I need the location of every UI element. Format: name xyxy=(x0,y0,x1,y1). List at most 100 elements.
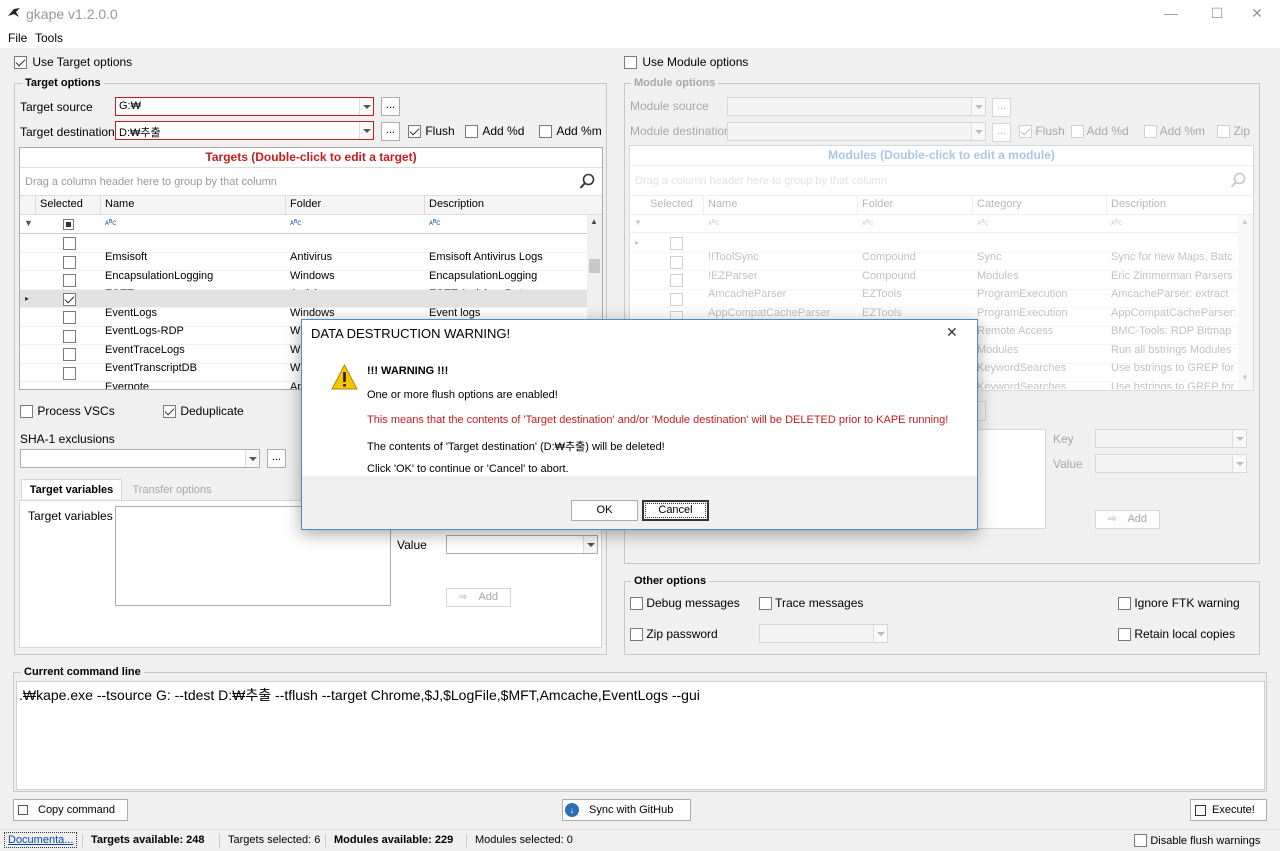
use-target-options-checkbox[interactable] xyxy=(14,56,27,70)
key-combo[interactable] xyxy=(1095,429,1247,448)
retain-local-checkbox[interactable] xyxy=(1118,628,1131,642)
search-icon[interactable] xyxy=(579,173,596,190)
module-selected-checkbox[interactable] xyxy=(670,292,683,306)
mfilter-folder-icon[interactable]: ᴀᴮc xyxy=(862,218,873,227)
retain-local-option[interactable]: Retain local copies xyxy=(1118,627,1235,642)
debug-messages-checkbox[interactable] xyxy=(630,597,643,611)
module-flush-checkbox[interactable] xyxy=(1019,125,1032,139)
col-name[interactable]: Name xyxy=(101,196,286,214)
chevron-down-icon[interactable] xyxy=(359,122,373,139)
module-variables-list[interactable] xyxy=(978,429,1046,529)
row-selected-checkbox[interactable] xyxy=(63,311,76,325)
mfilter-category-icon[interactable]: ᴀᴮc xyxy=(977,218,988,227)
table-row[interactable]: ▸ EventLogs Windows Event logs xyxy=(20,289,587,319)
variable-value-combo[interactable] xyxy=(446,535,598,554)
scroll-down-icon[interactable]: ▼ xyxy=(1241,373,1249,382)
mfilter-name-icon[interactable]: ᴀᴮc xyxy=(708,218,719,227)
trace-messages-option[interactable]: Trace messages xyxy=(759,596,863,611)
tab-transfer-options[interactable]: Transfer options xyxy=(124,480,220,500)
deduplicate-checkbox[interactable] xyxy=(163,405,176,419)
ignore-ftk-checkbox[interactable] xyxy=(1118,597,1131,611)
zip-password-option[interactable]: Zip password xyxy=(630,627,718,642)
module-row[interactable]: AmcacheParser EZTools ProgramExecution Amca… xyxy=(630,271,1238,300)
target-destination-combo[interactable]: D:₩추출 xyxy=(115,121,374,140)
menu-tools[interactable]: Tools xyxy=(35,31,63,45)
chevron-down-icon[interactable] xyxy=(1232,455,1246,472)
copy-command-button[interactable]: Copy command xyxy=(13,799,128,821)
mcol-name[interactable]: Name xyxy=(704,196,858,214)
use-target-options[interactable]: Use Target options xyxy=(14,55,132,70)
dialog-close-button[interactable]: ✕ xyxy=(946,324,958,341)
module-value-combo[interactable] xyxy=(1095,454,1247,473)
zip-password-checkbox[interactable] xyxy=(630,628,643,642)
module-zip-option[interactable]: Zip xyxy=(1217,124,1250,139)
search-icon[interactable] xyxy=(1230,172,1247,189)
col-selected[interactable]: Selected xyxy=(36,196,101,214)
dialog-ok-button[interactable]: OK xyxy=(571,500,638,521)
target-flush-checkbox[interactable] xyxy=(408,125,421,139)
module-row[interactable]: ▸ !!ToolSync Compound Sync Sync for new Maps… xyxy=(630,234,1238,263)
disable-flush-warnings-option[interactable]: Disable flush warnings xyxy=(1134,833,1260,848)
module-zip-checkbox[interactable] xyxy=(1217,125,1230,139)
process-vscs-option[interactable]: Process VSCs xyxy=(20,404,115,419)
module-add-m-option[interactable]: Add %m xyxy=(1144,124,1205,139)
ignore-ftk-option[interactable]: Ignore FTK warning xyxy=(1118,596,1240,611)
table-row[interactable]: Emsisoft Antivirus Emsisoft Antivirus Logs xyxy=(20,234,587,263)
filter-selected-checkbox[interactable] xyxy=(63,219,74,231)
col-folder[interactable]: Folder xyxy=(286,196,425,214)
trace-messages-checkbox[interactable] xyxy=(759,597,772,611)
col-description[interactable]: Description xyxy=(425,196,602,214)
disable-flush-warnings-checkbox[interactable] xyxy=(1134,834,1147,848)
module-destination-browse-button[interactable]: ... xyxy=(992,123,1011,142)
modules-group-panel[interactable]: Drag a column header here to group by th… xyxy=(630,166,1253,196)
row-selected-checkbox[interactable] xyxy=(63,237,76,251)
target-add-d-option[interactable]: Add %d xyxy=(465,124,524,139)
module-flush-option[interactable]: Flush xyxy=(1019,124,1065,139)
command-line-textbox[interactable]: .₩kape.exe --tsource G: --tdest D:₩추출 --… xyxy=(16,681,1265,790)
mcol-category[interactable]: Category xyxy=(973,196,1107,214)
execute-button[interactable]: Execute! xyxy=(1190,799,1267,821)
mcol-description[interactable]: Description xyxy=(1107,196,1237,214)
dialog-cancel-button[interactable]: Cancel xyxy=(642,500,709,521)
deduplicate-option[interactable]: Deduplicate xyxy=(163,404,244,419)
debug-messages-option[interactable]: Debug messages xyxy=(630,596,740,611)
sha1-exclusions-combo[interactable] xyxy=(20,449,260,468)
process-vscs-checkbox[interactable] xyxy=(20,405,33,419)
chevron-down-icon[interactable] xyxy=(971,123,985,140)
target-destination-browse-button[interactable]: ... xyxy=(381,122,400,141)
scroll-up-icon[interactable]: ▲ xyxy=(1241,217,1249,226)
module-selected-checkbox[interactable] xyxy=(670,237,683,251)
zip-password-input[interactable] xyxy=(759,624,888,643)
add-variable-button[interactable]: ⇨ Add xyxy=(446,588,511,607)
module-add-m-checkbox[interactable] xyxy=(1144,125,1157,139)
filter-description-icon[interactable]: ᴀᴮc xyxy=(429,218,440,227)
menu-file[interactable]: File xyxy=(8,31,27,45)
scroll-thumb[interactable] xyxy=(589,259,600,273)
row-selected-checkbox[interactable] xyxy=(63,329,76,343)
chevron-down-icon[interactable] xyxy=(873,625,887,642)
modules-scrollbar[interactable]: ▲ ▼ xyxy=(1238,215,1253,390)
sha1-browse-button[interactable]: ... xyxy=(267,449,286,468)
minimize-button[interactable]: — xyxy=(1148,0,1194,28)
row-selected-checkbox[interactable] xyxy=(63,274,76,288)
target-source-browse-button[interactable]: ... xyxy=(381,97,400,116)
module-add-d-option[interactable]: Add %d xyxy=(1071,124,1129,139)
use-module-options[interactable]: Use Module options xyxy=(624,55,748,70)
target-add-m-checkbox[interactable] xyxy=(539,125,552,139)
mfilter-description-icon[interactable]: ᴀᴮc xyxy=(1111,218,1122,227)
target-source-combo[interactable]: G:₩ xyxy=(115,97,374,116)
mcol-selected[interactable]: Selected xyxy=(646,196,704,214)
scroll-up-icon[interactable]: ▲ xyxy=(590,217,598,226)
chevron-down-icon[interactable] xyxy=(971,98,985,115)
module-add-d-checkbox[interactable] xyxy=(1071,125,1084,139)
filter-folder-icon[interactable]: ᴀᴮc xyxy=(290,218,301,227)
table-row[interactable]: ESETAntivirusESET Antivirus Data xyxy=(20,271,587,300)
chevron-down-icon[interactable] xyxy=(359,98,373,115)
filter-name-icon[interactable]: ᴀᴮc xyxy=(105,218,116,227)
tab-target-variables[interactable]: Target variables xyxy=(21,479,122,499)
row-selected-checkbox[interactable] xyxy=(63,366,76,380)
module-destination-combo[interactable] xyxy=(727,122,986,141)
target-add-d-checkbox[interactable] xyxy=(465,125,478,139)
documentation-link[interactable]: Documenta... xyxy=(4,832,78,848)
module-row[interactable]: !EZParser Compound Modules Eric Zimmerman P… xyxy=(630,253,1238,282)
